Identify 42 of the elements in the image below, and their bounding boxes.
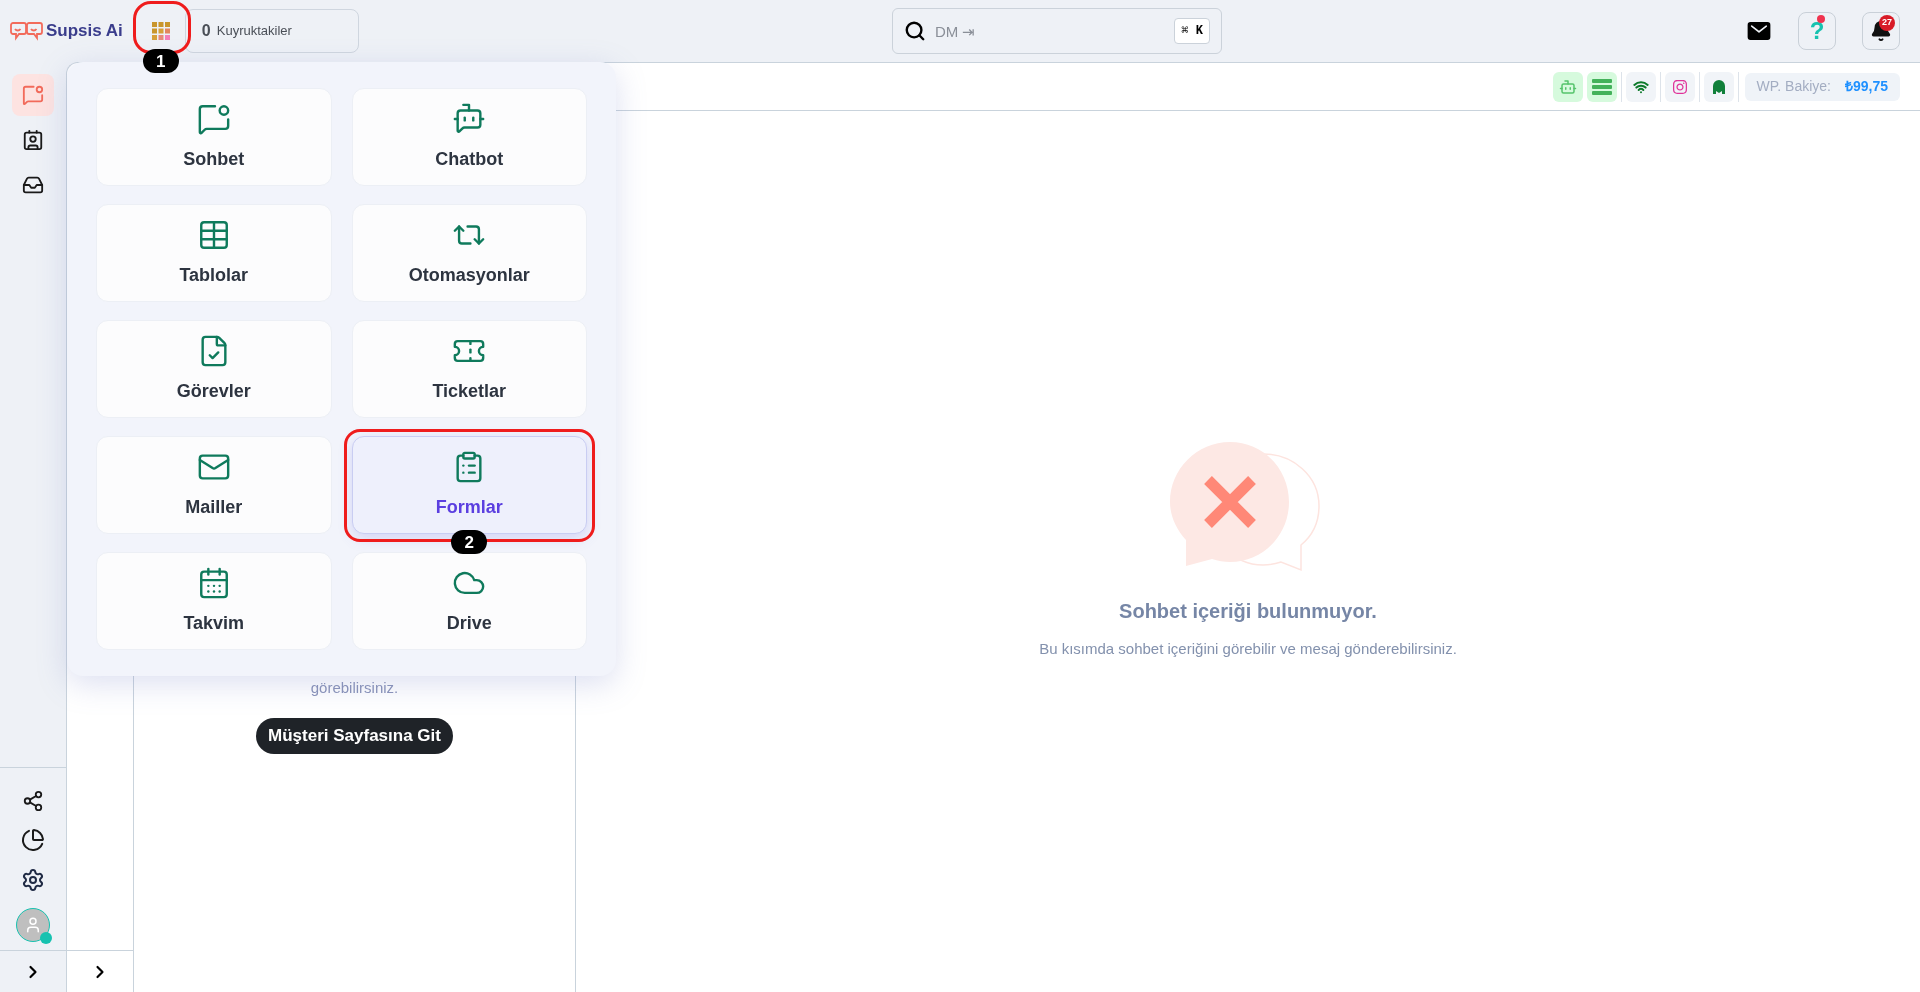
queue-count: 0	[201, 21, 211, 41]
notification-count: 27	[1879, 15, 1895, 31]
panel-text: görebilirsiniz.	[310, 678, 399, 698]
chat-bubble-icon	[22, 84, 44, 106]
app-tile[interactable]: Otomasyonlar	[351, 204, 587, 302]
app-tile[interactable]: Takvim	[96, 552, 332, 650]
contact-card-icon	[22, 129, 44, 151]
pie-chart-icon[interactable]	[21, 828, 45, 852]
grid-icon	[151, 22, 170, 40]
channel-button[interactable]	[1625, 71, 1656, 102]
queue-counter[interactable]: 0 Kuyruktakiler	[184, 9, 359, 53]
balance-value: ₺99,75	[1844, 77, 1888, 96]
instagram-icon	[1671, 78, 1688, 95]
settings-icon[interactable]	[21, 868, 45, 892]
channel-button[interactable]	[1664, 71, 1695, 102]
app-tile[interactable]: Ticketlar	[351, 320, 587, 418]
share-icon[interactable]	[22, 790, 44, 812]
app-tile[interactable]: Chatbot	[351, 88, 587, 186]
customer-page-button[interactable]: Müşteri Sayfasına Git	[256, 717, 453, 754]
logo-text: Supsis Ai	[46, 20, 123, 43]
app-tile[interactable]: Drive	[351, 552, 587, 650]
app-tile[interactable]: Formlar	[351, 436, 587, 534]
app-tile[interactable]: Sohbet	[96, 88, 332, 186]
empty-state-subtitle: Bu kısımda sohbet içeriğini görebilir ve mesaj gönderebilirsiniz.	[1039, 639, 1457, 660]
channel-button[interactable]	[1586, 71, 1617, 102]
search-icon	[904, 20, 926, 42]
empty-state-title: Sohbet içeriği bulunmuyor.	[1119, 599, 1377, 625]
logo-icon	[10, 20, 44, 42]
step-number-badge: 2	[451, 530, 488, 554]
inbox-icon	[22, 174, 44, 196]
step-number-badge: 1	[142, 49, 179, 73]
robot-icon	[452, 101, 487, 136]
balance-label: WP. Bakiye:	[1756, 77, 1831, 96]
channel-button[interactable]	[1703, 71, 1734, 102]
list-icon	[1591, 78, 1612, 95]
wifi-icon	[1632, 78, 1649, 95]
shortcut-key: ⌘ K	[1174, 18, 1210, 44]
robot-icon	[1558, 77, 1577, 96]
app-tile[interactable]: Mailler	[96, 436, 332, 534]
app-tile[interactable]: Tablolar	[96, 204, 332, 302]
queue-label: Kuyruktakiler	[216, 22, 292, 41]
app-tile[interactable]: Görevler	[96, 320, 332, 418]
